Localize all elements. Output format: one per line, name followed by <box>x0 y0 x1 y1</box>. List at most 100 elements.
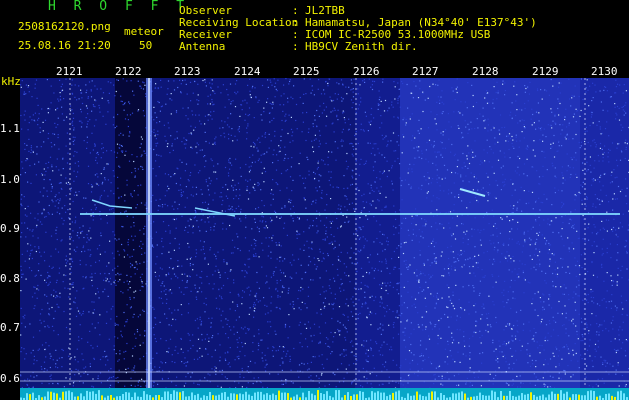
activity-bar <box>323 394 325 400</box>
waterfall-spectrogram <box>20 78 629 400</box>
activity-bar <box>548 394 550 400</box>
activity-bar <box>77 396 79 400</box>
activity-bar <box>452 393 454 400</box>
activity-bar <box>500 391 502 400</box>
frequency-axis: kHz 1.1 1.0 0.9 0.8 0.7 0.6 <box>0 75 21 400</box>
activity-bar <box>209 392 211 400</box>
activity-bar <box>95 393 97 400</box>
activity-bar <box>338 390 340 400</box>
time-tick-label: 2122 <box>115 65 142 78</box>
activity-bar <box>434 391 436 400</box>
activity-bar <box>308 391 310 400</box>
activity-bar <box>218 394 220 400</box>
activity-bar <box>575 394 577 400</box>
time-tick-label: 2123 <box>174 65 201 78</box>
activity-bar <box>407 393 409 400</box>
activity-bar <box>479 392 481 400</box>
activity-bar <box>74 396 76 400</box>
time-tick-label: 2129 <box>532 65 559 78</box>
activity-bar <box>251 395 253 400</box>
activity-bar <box>230 393 232 400</box>
activity-bar <box>362 391 364 400</box>
activity-bar <box>623 393 625 400</box>
activity-bar <box>116 396 118 400</box>
activity-bar <box>56 393 58 400</box>
activity-bar <box>284 392 286 400</box>
frequency-tick-label: 0.8 <box>0 272 20 285</box>
count-label: 50 <box>139 39 153 52</box>
activity-bar <box>266 393 268 400</box>
activity-bar <box>158 395 160 400</box>
activity-bar <box>314 395 316 400</box>
activity-bar <box>146 394 148 400</box>
activity-bar <box>86 390 88 400</box>
activity-bar <box>587 391 589 400</box>
activity-bar <box>65 391 67 400</box>
activity-bar <box>275 395 277 400</box>
activity-bar <box>122 393 124 400</box>
activity-bar <box>89 391 91 400</box>
activity-bar <box>260 391 262 400</box>
activity-bar <box>473 396 475 400</box>
activity-bar <box>80 393 82 400</box>
activity-bar <box>482 395 484 400</box>
activity-bar <box>32 392 34 400</box>
activity-bar <box>329 395 331 400</box>
activity-bar <box>155 395 157 400</box>
activity-bar <box>443 395 445 400</box>
activity-bar <box>233 393 235 400</box>
activity-bar <box>464 393 466 400</box>
activity-bar <box>572 394 574 400</box>
activity-bar <box>125 392 127 400</box>
activity-bar <box>320 393 322 400</box>
timestamp-label: 25.08.16 21:20 <box>18 39 111 52</box>
activity-bar <box>38 395 40 400</box>
activity-bar <box>527 393 529 400</box>
activity-bar <box>392 392 394 400</box>
activity-bar <box>29 394 31 400</box>
activity-bar <box>398 390 400 400</box>
activity-bar <box>593 391 595 400</box>
activity-bar <box>182 391 184 400</box>
activity-bar <box>599 395 601 400</box>
time-tick-label: 2121 <box>56 65 83 78</box>
activity-bar <box>410 395 412 400</box>
activity-bar <box>149 395 151 400</box>
activity-bar <box>287 393 289 400</box>
activity-bar <box>293 396 295 400</box>
activity-bar <box>101 395 103 400</box>
activity-bar <box>563 393 565 400</box>
activity-bar <box>236 394 238 400</box>
time-tick-label: 2124 <box>234 65 261 78</box>
activity-bar <box>119 396 121 400</box>
activity-bar <box>395 391 397 400</box>
axis-unit-label: kHz <box>1 75 21 88</box>
activity-bar <box>383 392 385 400</box>
activity-bar <box>425 396 427 400</box>
activity-bar <box>491 390 493 400</box>
activity-bar <box>278 390 280 400</box>
spectrogram-svg <box>20 78 629 400</box>
activity-bar <box>71 392 73 400</box>
activity-bar <box>488 395 490 400</box>
activity-bar <box>509 391 511 400</box>
activity-bar <box>608 393 610 400</box>
activity-bar <box>137 396 139 400</box>
activity-bar <box>431 391 433 400</box>
activity-bar <box>272 393 274 400</box>
colon: : <box>292 40 299 53</box>
activity-bar <box>551 391 553 400</box>
activity-bar <box>566 391 568 400</box>
info-label-antenna: Antenna <box>179 40 226 53</box>
activity-bar <box>167 391 169 400</box>
activity-bar <box>128 392 130 400</box>
activity-bar <box>560 390 562 400</box>
activity-bar <box>611 395 613 400</box>
activity-bar <box>248 394 250 400</box>
activity-bar <box>98 390 100 400</box>
activity-bar <box>419 394 421 400</box>
time-tick-label: 2126 <box>353 65 380 78</box>
activity-bar <box>83 396 85 400</box>
activity-bar <box>554 393 556 400</box>
activity-bar <box>524 394 526 400</box>
